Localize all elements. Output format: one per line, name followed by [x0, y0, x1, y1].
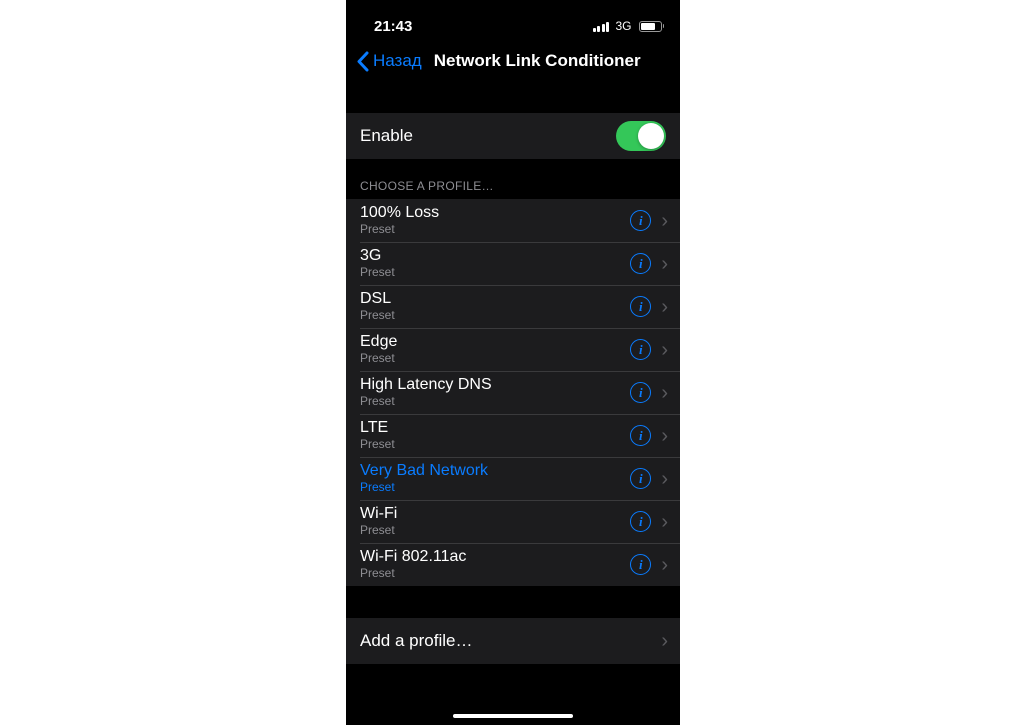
profile-text: Wi-FiPreset — [360, 505, 630, 537]
profile-subtitle: Preset — [360, 352, 630, 366]
status-bar: 21:43 3G — [346, 0, 680, 44]
profile-subtitle: Preset — [360, 438, 630, 452]
chevron-right-icon: › — [661, 254, 668, 274]
chevron-right-icon: › — [661, 512, 668, 532]
section-header-profiles: Choose a profile… — [346, 159, 680, 199]
profile-subtitle: Preset — [360, 309, 630, 323]
network-type: 3G — [615, 19, 631, 33]
cell-signal-icon — [593, 21, 610, 32]
row-accessories: i› — [630, 296, 668, 317]
profile-subtitle: Preset — [360, 481, 630, 495]
page-title: Network Link Conditioner — [434, 51, 641, 71]
status-indicators: 3G — [593, 19, 664, 33]
info-icon[interactable]: i — [630, 425, 651, 446]
profile-row[interactable]: Wi-FiPreseti› — [346, 500, 680, 543]
chevron-right-icon: › — [661, 340, 668, 360]
info-icon[interactable]: i — [630, 554, 651, 575]
profile-text: 3GPreset — [360, 247, 630, 279]
info-icon[interactable]: i — [630, 253, 651, 274]
profile-subtitle: Preset — [360, 266, 630, 280]
navigation-bar: Назад Network Link Conditioner — [346, 44, 680, 78]
row-accessories: i› — [630, 382, 668, 403]
chevron-right-icon: › — [661, 469, 668, 489]
profile-title: Very Bad Network — [360, 462, 630, 480]
profile-title: LTE — [360, 419, 630, 437]
enable-toggle[interactable] — [616, 121, 666, 151]
row-accessories: i› — [630, 425, 668, 446]
info-icon[interactable]: i — [630, 511, 651, 532]
profile-row[interactable]: Very Bad NetworkPreseti› — [346, 457, 680, 500]
profile-title: DSL — [360, 290, 630, 308]
profile-title: 100% Loss — [360, 204, 630, 222]
profile-text: DSLPreset — [360, 290, 630, 322]
profile-subtitle: Preset — [360, 567, 630, 581]
row-accessories: i› — [630, 554, 668, 575]
profiles-list: 100% LossPreseti›3GPreseti›DSLPreseti›Ed… — [346, 199, 680, 586]
profile-title: Wi-Fi 802.11ac — [360, 548, 630, 566]
profile-title: High Latency DNS — [360, 376, 630, 394]
profile-text: LTEPreset — [360, 419, 630, 451]
profile-title: Edge — [360, 333, 630, 351]
chevron-right-icon: › — [661, 555, 668, 575]
row-accessories: i› — [630, 511, 668, 532]
row-accessories: i› — [630, 339, 668, 360]
spacer — [346, 81, 680, 113]
profile-subtitle: Preset — [360, 395, 630, 409]
profile-text: High Latency DNSPreset — [360, 376, 630, 408]
battery-icon — [639, 21, 665, 32]
profile-row[interactable]: High Latency DNSPreseti› — [346, 371, 680, 414]
row-accessories: i› — [630, 468, 668, 489]
profile-subtitle: Preset — [360, 524, 630, 538]
profile-row[interactable]: LTEPreseti› — [346, 414, 680, 457]
chevron-right-icon: › — [661, 383, 668, 403]
profile-row[interactable]: EdgePreseti› — [346, 328, 680, 371]
back-chevron-icon[interactable] — [356, 51, 369, 72]
info-icon[interactable]: i — [630, 296, 651, 317]
enable-row[interactable]: Enable — [346, 113, 680, 159]
info-icon[interactable]: i — [630, 468, 651, 489]
profile-row[interactable]: 3GPreseti› — [346, 242, 680, 285]
chevron-right-icon: › — [661, 211, 668, 231]
profile-text: Wi-Fi 802.11acPreset — [360, 548, 630, 580]
add-profile-label: Add a profile… — [360, 631, 472, 651]
profile-subtitle: Preset — [360, 223, 630, 237]
profile-title: 3G — [360, 247, 630, 265]
row-accessories: i› — [630, 253, 668, 274]
enable-label: Enable — [360, 126, 413, 146]
profile-title: Wi-Fi — [360, 505, 630, 523]
info-icon[interactable]: i — [630, 382, 651, 403]
chevron-right-icon: › — [661, 297, 668, 317]
back-button[interactable]: Назад — [373, 51, 422, 71]
profile-text: EdgePreset — [360, 333, 630, 365]
profile-row[interactable]: Wi-Fi 802.11acPreseti› — [346, 543, 680, 586]
chevron-right-icon: › — [661, 426, 668, 446]
spacer — [346, 586, 680, 618]
row-accessories: i› — [630, 210, 668, 231]
info-icon[interactable]: i — [630, 210, 651, 231]
profile-text: Very Bad NetworkPreset — [360, 462, 630, 494]
info-icon[interactable]: i — [630, 339, 651, 360]
profile-text: 100% LossPreset — [360, 204, 630, 236]
home-indicator[interactable] — [453, 714, 573, 718]
phone-screen: 21:43 3G Назад Network Link Conditioner — [346, 0, 680, 725]
status-time: 21:43 — [374, 18, 412, 35]
add-profile-row[interactable]: Add a profile… › — [346, 618, 680, 664]
profile-row[interactable]: DSLPreseti› — [346, 285, 680, 328]
profile-row[interactable]: 100% LossPreseti› — [346, 199, 680, 242]
chevron-right-icon: › — [661, 631, 668, 651]
